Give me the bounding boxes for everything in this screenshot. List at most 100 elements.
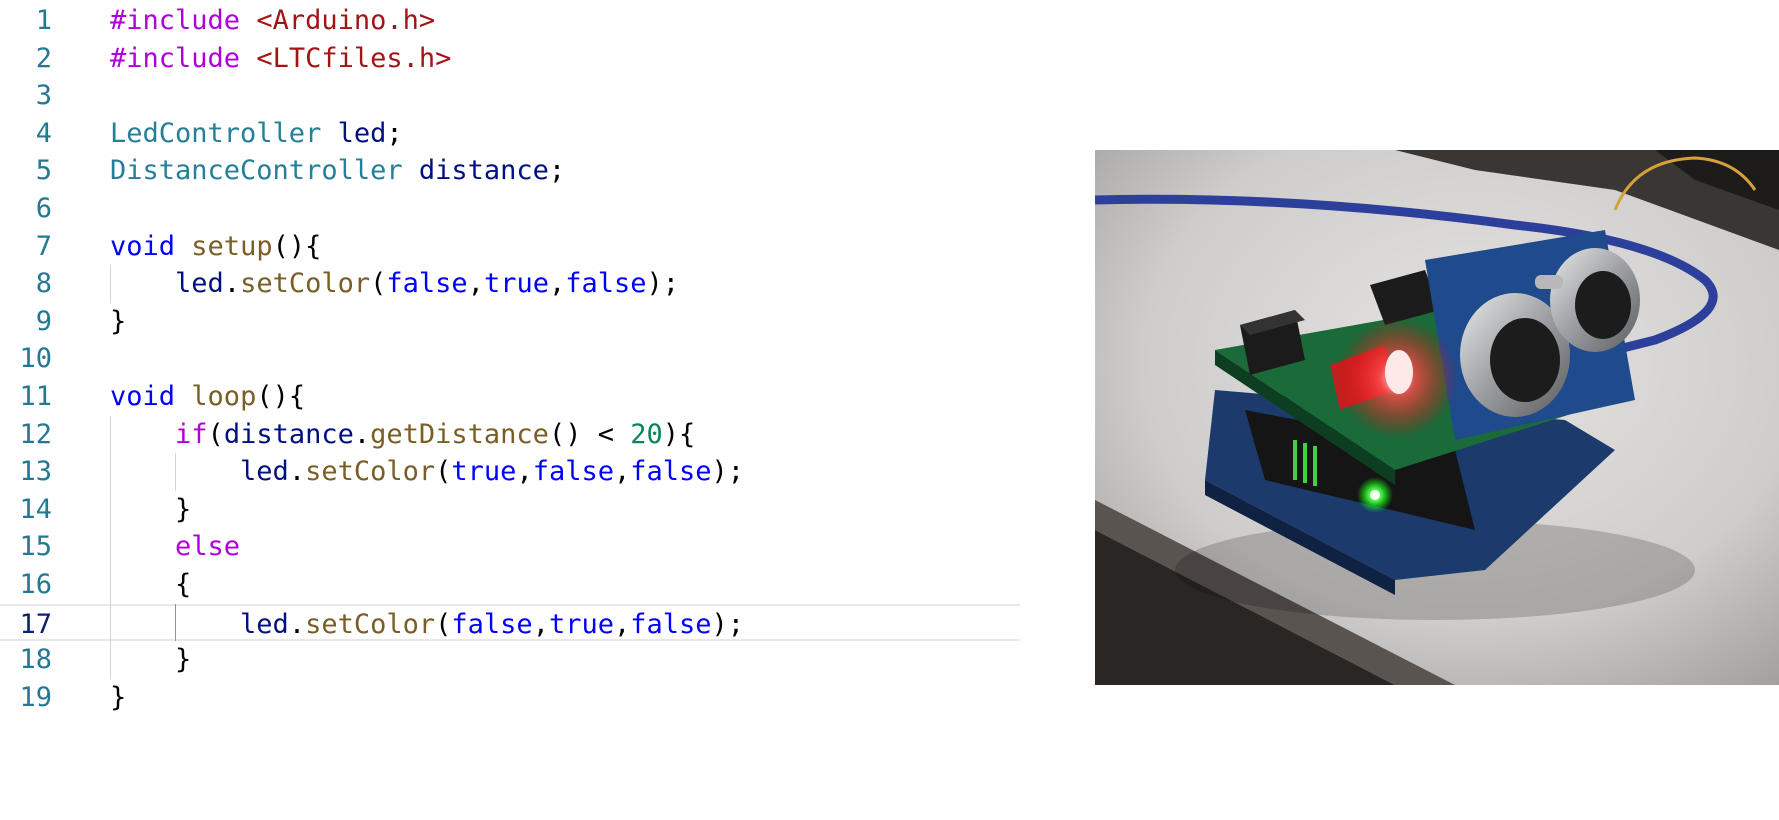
code-token: true [483,268,549,300]
code-line[interactable]: 5 DistanceController distance; [0,152,1020,190]
line-number: 19 [19,681,52,713]
code-token: ); [711,456,745,488]
line-number: 18 [19,644,52,676]
code-token: , [467,268,484,300]
code-token: led [175,268,224,300]
code-text[interactable]: if(distance.getDistance() < 20){ [110,416,695,454]
code-token: setColor [240,268,371,300]
code-token: false [630,608,712,640]
code-token: false [451,608,533,640]
code-token: true [548,608,614,640]
line-number: 2 [35,42,52,74]
indent-guide [175,603,177,642]
code-token: else [175,531,241,563]
code-token: , [613,456,631,488]
code-token: ; [386,117,403,149]
code-token: <LTCfiles.h> [256,42,452,74]
code-line[interactable]: 1 #include <Arduino.h> [0,2,1020,40]
code-token: getDistance [370,418,549,450]
code-text[interactable]: } [110,491,191,529]
indent-guide [110,415,111,679]
code-text[interactable]: } [110,303,126,341]
code-token: distance [418,155,549,187]
code-token: led [337,117,387,149]
code-token: } [175,644,192,676]
code-token: void [110,230,176,262]
code-text[interactable]: #include <Arduino.h> [110,2,435,40]
code-text[interactable]: { [110,566,191,604]
indent-guide [110,265,111,303]
code-line[interactable]: 17 led.setColor(false,true,false); [0,603,1020,644]
code-token: DistanceController [110,155,403,187]
code-line[interactable]: 7 void setup(){ [0,228,1020,266]
code-line[interactable]: 8 led.setColor(false,true,false); [0,265,1020,303]
line-number: 4 [35,117,52,149]
code-line[interactable]: 10 [0,340,1020,378]
code-line[interactable]: 9} [0,303,1020,341]
code-line[interactable]: 4 LedController led; [0,115,1020,153]
code-text[interactable]: else [110,528,240,566]
code-line[interactable]: 13 led.setColor(true,false,false); [0,453,1020,491]
code-token: (){ [256,381,306,412]
code-token: led [240,456,289,488]
code-token: , [548,268,566,300]
line-number: 17 [19,608,52,640]
code-line[interactable]: 2 #include <LTCfiles.h> [0,40,1020,78]
code-line[interactable]: 12 if(distance.getDistance() < 20){ [0,416,1020,454]
line-number: 7 [35,230,52,262]
line-number: 15 [19,531,52,563]
arduino-photo [1095,150,1779,685]
line-number: 6 [35,193,52,224]
code-text[interactable]: void loop(){ [110,378,305,416]
code-line[interactable]: 18 } [0,641,1020,679]
code-token: ( [207,418,224,450]
code-line[interactable]: 19} [0,679,1020,717]
code-token: , [516,456,533,488]
code-token: void [110,381,176,412]
code-text[interactable]: DistanceController distance; [110,152,565,190]
code-token: ( [435,608,452,640]
code-token: . [353,418,371,450]
code-token: ); [711,608,745,640]
code-token: loop [191,381,257,412]
code-line[interactable]: 6 [0,190,1020,228]
line-number: 11 [19,381,52,412]
arduino-photo-image [1095,150,1779,685]
line-number: 14 [19,493,52,525]
indent-guide [175,453,177,491]
code-token: <Arduino.h> [256,5,436,36]
code-editor[interactable]: 1 #include <Arduino.h> 2 #include <LTCfiles… [0,0,1020,820]
line-number: 3 [35,80,52,112]
code-text[interactable]: } [110,679,126,717]
code-token: #include [110,5,241,36]
code-text[interactable]: void setup(){ [110,228,321,266]
code-token: #include [110,42,241,74]
code-line[interactable]: 11 void loop(){ [0,378,1020,416]
code-text[interactable]: led.setColor(false,true,false); [110,265,679,303]
code-text[interactable]: led.setColor(true,false,false); [110,453,744,491]
code-text[interactable]: #include <LTCfiles.h> [110,40,451,78]
code-token: } [175,493,192,525]
code-token: . [288,456,306,488]
code-text[interactable]: } [110,641,191,679]
code-line[interactable]: 15 else [0,528,1020,566]
code-text[interactable]: led.setColor(false,true,false); [110,606,744,644]
code-token: 20 [630,418,663,450]
code-line[interactable]: 3 [0,77,1020,115]
code-line[interactable]: 16 { [0,566,1020,604]
code-text[interactable]: LedController led; [110,115,403,153]
code-line[interactable]: 14 } [0,491,1020,529]
code-token: false [386,268,468,300]
code-token: ){ [662,418,696,450]
code-token: { [175,569,192,600]
code-token: , [532,608,549,640]
